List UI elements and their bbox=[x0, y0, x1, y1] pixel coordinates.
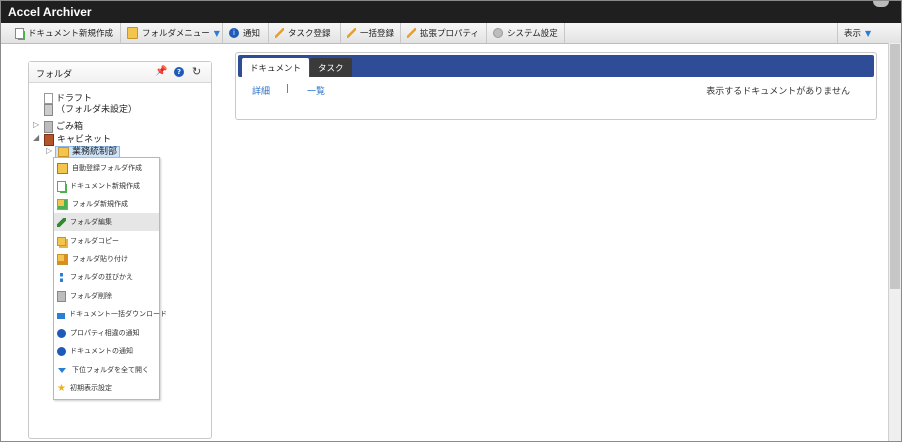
trash-icon bbox=[44, 120, 53, 133]
document-stack-icon bbox=[44, 103, 53, 116]
display-button[interactable]: 表示 ▼ bbox=[837, 23, 889, 43]
new-folder-icon bbox=[57, 198, 68, 210]
folder-menu-button[interactable]: フォルダメニュー ▼ bbox=[121, 23, 223, 43]
task-register-button[interactable]: タスク登録 bbox=[269, 23, 341, 43]
menu-item-new-document[interactable]: ドキュメント新規作成 bbox=[54, 177, 159, 195]
menu-item-label: ドキュメントの通知 bbox=[70, 347, 133, 355]
folder-context-menu: 自動登録フォルダ作成 ドキュメント新規作成 フォルダ新規作成 フォルダ編集 フォ… bbox=[53, 157, 167, 400]
new-document-icon bbox=[15, 27, 24, 39]
menu-item-label: フォルダ削除 bbox=[70, 292, 112, 300]
notify-button[interactable]: i 通知 bbox=[223, 23, 269, 43]
list-view-link[interactable]: 一覧 bbox=[307, 84, 325, 97]
menu-item-auto-register-folder[interactable]: 自動登録フォルダ作成 bbox=[54, 159, 159, 177]
help-icon[interactable]: ? bbox=[174, 67, 184, 77]
notify-label: 通知 bbox=[243, 29, 261, 39]
menu-item-initial-display-setting[interactable]: ★ 初期表示設定 bbox=[54, 379, 159, 397]
chevron-down-icon: ▼ bbox=[865, 28, 872, 38]
draft-sub-label: （フォルダ未設定） bbox=[56, 105, 138, 115]
menu-item-label: プロパティ相違の通知 bbox=[70, 329, 140, 337]
menu-item-label: 初期表示設定 bbox=[69, 384, 112, 392]
folder-panel-header: フォルダ 📌 ? ↻ bbox=[29, 62, 211, 83]
folder-panel-title: フォルダ bbox=[36, 70, 73, 80]
folder-menu-label: フォルダメニュー bbox=[142, 29, 210, 39]
selected-folder-label: 業務統制部 bbox=[72, 147, 118, 157]
pen-icon bbox=[275, 28, 284, 38]
menu-item-delete-folder[interactable]: フォルダ削除 bbox=[54, 287, 159, 305]
new-document-icon bbox=[57, 180, 66, 192]
info-icon bbox=[57, 328, 66, 338]
menu-item-sort-folders[interactable]: フォルダの並びかえ bbox=[54, 268, 159, 286]
expand-arrow-icon[interactable]: ▷ bbox=[46, 146, 52, 155]
tree-node-draft-sub[interactable]: （フォルダ未設定） bbox=[44, 102, 137, 116]
menu-item-label: フォルダ新規作成 bbox=[72, 200, 128, 208]
view-separator: | bbox=[286, 84, 290, 94]
menu-item-label: 下位フォルダを全て開く bbox=[72, 366, 149, 374]
expand-arrow-icon[interactable]: ▷ bbox=[33, 120, 39, 129]
menu-item-label: ドキュメント一括ダウンロード bbox=[69, 310, 167, 318]
star-icon: ★ bbox=[57, 382, 66, 394]
bulk-register-label: 一括登録 bbox=[360, 29, 395, 39]
refresh-icon[interactable]: ↻ bbox=[192, 65, 201, 78]
chevron-down-icon: ▼ bbox=[213, 28, 220, 38]
document-panel: ドキュメント タスク 詳細 | 一覧 表示するドキュメントがありません bbox=[235, 52, 877, 120]
system-settings-label: システム設定 bbox=[507, 29, 558, 39]
menu-item-paste-folder[interactable]: フォルダ貼り付け bbox=[54, 250, 159, 268]
tree-node-trash[interactable]: ごみ箱 bbox=[44, 119, 83, 133]
toolbar: ドキュメント新規作成 フォルダメニュー ▼ i 通知 タスク登録 一括登録 拡張… bbox=[1, 23, 901, 44]
app-window: Accel Archiver ドキュメント新規作成 フォルダメニュー ▼ i 通… bbox=[0, 0, 902, 442]
title-bar: Accel Archiver bbox=[1, 1, 901, 23]
tab-tasks[interactable]: タスク bbox=[310, 58, 352, 77]
menu-item-property-diff-notify[interactable]: プロパティ相違の通知 bbox=[54, 324, 159, 342]
folder-icon bbox=[127, 27, 138, 39]
empty-message: 表示するドキュメントがありません bbox=[706, 87, 850, 97]
info-icon: i bbox=[229, 28, 239, 38]
copy-folder-icon bbox=[57, 236, 66, 246]
menu-item-new-folder[interactable]: フォルダ新規作成 bbox=[54, 195, 159, 213]
sort-icon bbox=[60, 272, 63, 282]
menu-item-label: 自動登録フォルダ作成 bbox=[72, 164, 142, 172]
detail-view-link[interactable]: 詳細 bbox=[252, 84, 270, 97]
gear-icon bbox=[493, 28, 503, 38]
menu-item-label: フォルダ編集 bbox=[70, 218, 112, 226]
extended-property-button[interactable]: 拡張プロパティ bbox=[401, 23, 487, 43]
user-avatar[interactable] bbox=[873, 1, 889, 7]
tab-bar: ドキュメント タスク bbox=[238, 55, 874, 77]
system-settings-button[interactable]: システム設定 bbox=[487, 23, 565, 43]
menu-item-label: フォルダの並びかえ bbox=[70, 273, 133, 281]
paste-folder-icon bbox=[57, 253, 68, 265]
menu-item-label: フォルダ貼り付け bbox=[72, 255, 128, 263]
scrollbar-thumb[interactable] bbox=[890, 44, 900, 289]
menu-item-expand-all-subfolders[interactable]: 下位フォルダを全て開く bbox=[54, 361, 159, 379]
info-icon bbox=[57, 346, 66, 356]
task-register-label: タスク登録 bbox=[288, 29, 331, 39]
menu-item-edit-folder[interactable]: フォルダ編集 bbox=[54, 213, 159, 231]
folder-icon bbox=[58, 146, 69, 157]
trash-label: ごみ箱 bbox=[56, 122, 84, 132]
display-label: 表示 bbox=[844, 29, 862, 39]
menu-item-copy-folder[interactable]: フォルダコピー bbox=[54, 232, 159, 250]
chevron-down-icon bbox=[58, 367, 66, 373]
trash-icon bbox=[57, 290, 66, 302]
menu-item-label: フォルダコピー bbox=[70, 237, 119, 245]
bulk-register-button[interactable]: 一括登録 bbox=[341, 23, 401, 43]
tree-node-selected-folder[interactable]: 業務統制部 bbox=[55, 144, 121, 158]
new-document-button[interactable]: ドキュメント新規作成 bbox=[9, 23, 121, 43]
menu-item-bulk-download[interactable]: ドキュメント一括ダウンロード bbox=[54, 305, 167, 323]
pencil-icon bbox=[57, 217, 66, 227]
download-icon bbox=[57, 309, 65, 319]
pin-icon[interactable]: 📌 bbox=[155, 66, 167, 77]
pen-icon bbox=[347, 28, 356, 38]
app-title: Accel Archiver bbox=[8, 5, 92, 19]
collapse-arrow-icon[interactable]: ◢ bbox=[33, 133, 39, 142]
menu-item-label: ドキュメント新規作成 bbox=[70, 182, 140, 190]
extended-property-label: 拡張プロパティ bbox=[420, 29, 479, 39]
pen-icon bbox=[407, 28, 416, 38]
vertical-scrollbar[interactable] bbox=[888, 43, 901, 441]
new-document-label: ドキュメント新規作成 bbox=[28, 29, 114, 39]
tab-documents[interactable]: ドキュメント bbox=[242, 58, 310, 77]
menu-item-document-notify[interactable]: ドキュメントの通知 bbox=[54, 342, 159, 360]
auto-register-folder-icon bbox=[57, 162, 68, 174]
cabinet-icon bbox=[44, 133, 54, 146]
